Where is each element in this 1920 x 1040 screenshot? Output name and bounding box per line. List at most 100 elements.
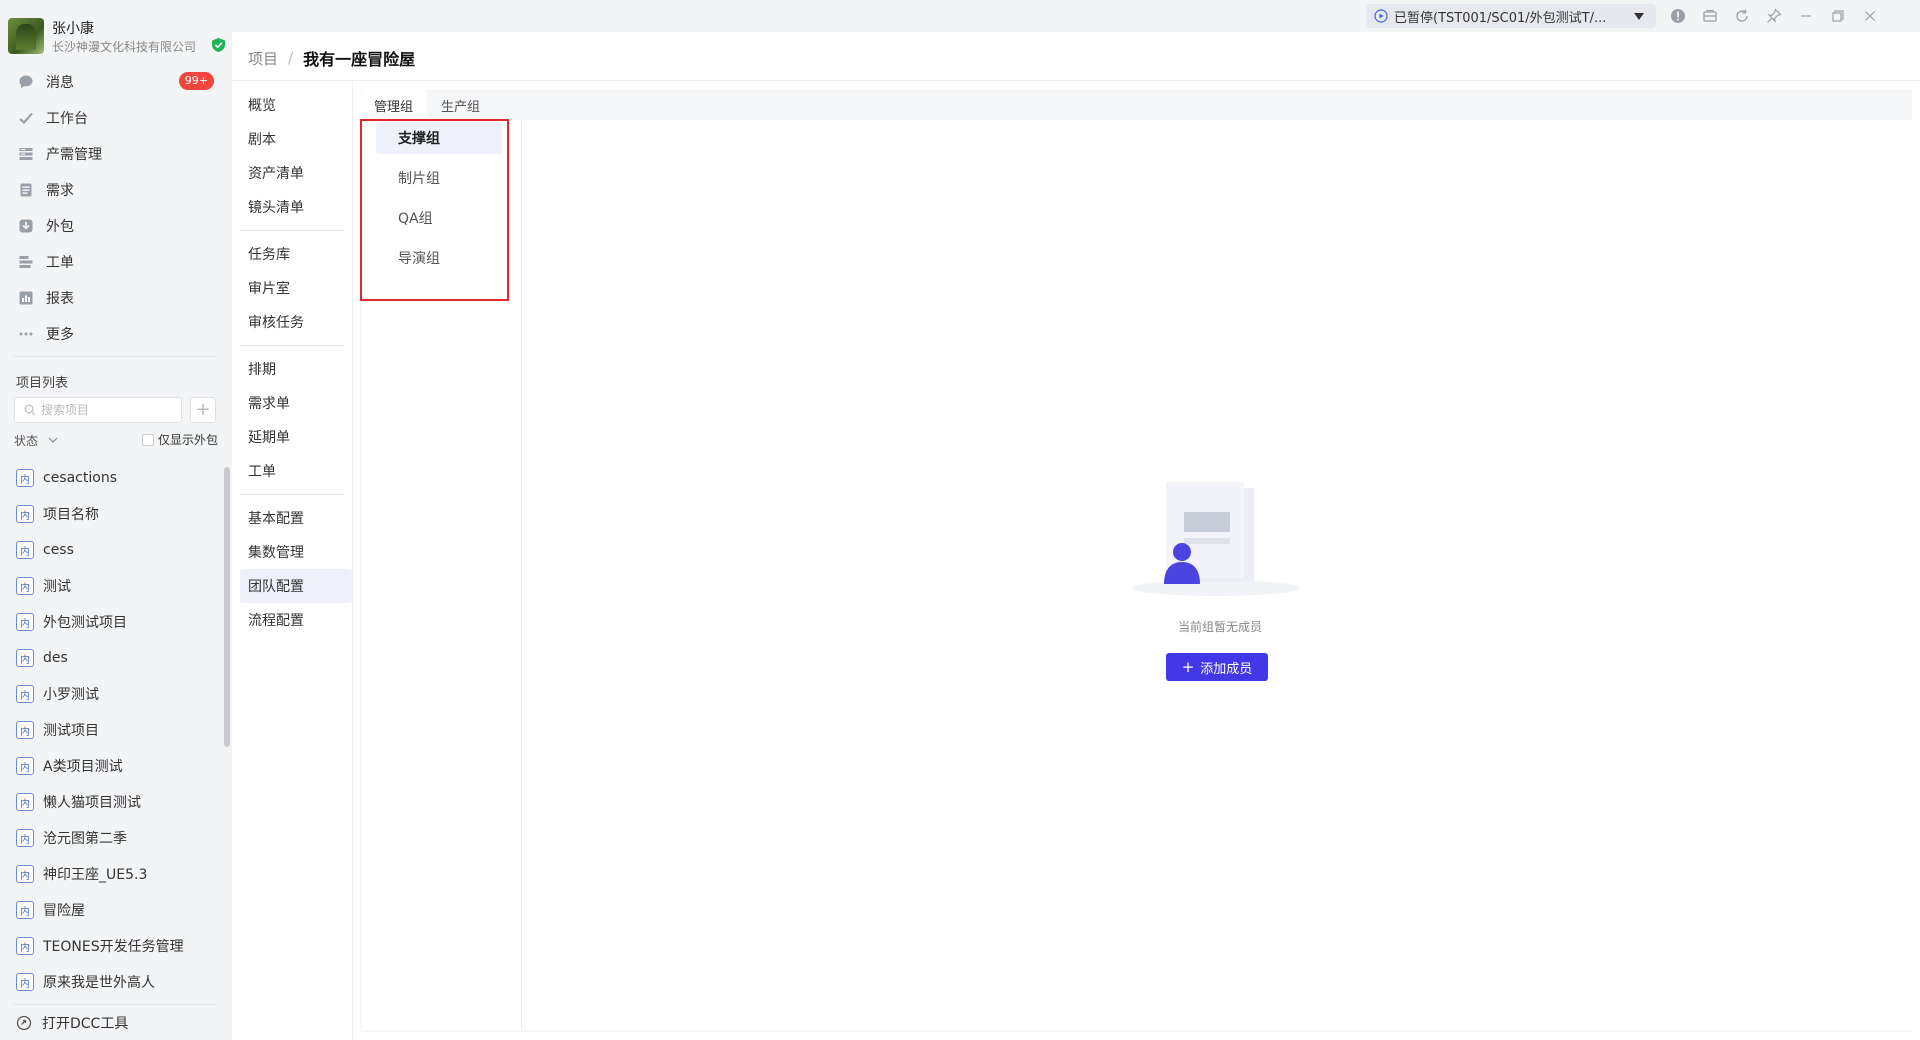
pin-icon[interactable] <box>1766 8 1782 24</box>
plus-icon: + <box>1181 658 1195 676</box>
subnav-item[interactable]: 剧本 <box>240 122 352 156</box>
project-list-item[interactable]: 内 A类项目测试 <box>0 748 224 784</box>
subnav-item[interactable]: 审核任务 <box>240 305 352 339</box>
nav-item-messages[interactable]: 消息 99+ <box>0 64 232 100</box>
project-list-item[interactable]: 内 cess <box>0 532 224 568</box>
nav-label: 消息 <box>46 75 74 91</box>
project-list-item[interactable]: 内测试项目 <box>0 712 224 748</box>
nav-item-workbench[interactable]: 工作台 <box>0 100 232 136</box>
more-icon <box>19 332 33 336</box>
status-filter[interactable]: 状态 <box>14 432 38 449</box>
empty-members-illustration <box>1132 482 1300 596</box>
project-name: 小罗测试 <box>43 687 99 703</box>
add-member-label: 添加成员 <box>1200 661 1253 677</box>
project-list-scrollbar[interactable] <box>224 467 230 747</box>
project-list-item[interactable]: 内懒人猫项目测试 <box>0 784 224 820</box>
avatar[interactable] <box>8 18 44 54</box>
breadcrumb-root[interactable]: 项目 <box>248 48 278 69</box>
nav-item-workorders[interactable]: 工单 <box>0 244 232 280</box>
internal-tag-icon: 内 <box>16 721 34 739</box>
clipboard-icon[interactable] <box>1702 8 1718 24</box>
nav-label: 需求 <box>46 183 74 199</box>
message-icon <box>19 75 33 88</box>
close-icon[interactable] <box>1862 8 1878 24</box>
subnav-item[interactable]: 流程配置 <box>240 603 352 637</box>
subnav-item[interactable]: 基本配置 <box>240 501 352 535</box>
only-outsource-label: 仅显示外包 <box>158 433 219 447</box>
subnav-item[interactable]: 排期 <box>240 352 352 386</box>
nav-divider <box>14 356 216 357</box>
nav-item-more[interactable]: 更多 <box>0 316 232 352</box>
minimize-icon[interactable] <box>1798 8 1814 24</box>
user-profile[interactable]: 张小康 长沙神漫文化科技有限公司 <box>8 16 228 56</box>
internal-tag-icon: 内 <box>16 901 34 919</box>
subnav-item[interactable]: 集数管理 <box>240 535 352 569</box>
highlight-annotation-box <box>360 119 509 301</box>
subnav-item[interactable]: 任务库 <box>240 237 352 271</box>
only-outsource-checkbox[interactable]: 仅显示外包 <box>142 431 218 448</box>
project-list-item[interactable]: 内项目名称 <box>0 496 224 532</box>
internal-tag-icon: 内 <box>16 541 34 559</box>
empty-state-text: 当前组暂无成员 <box>1177 620 1262 634</box>
nav-item-outsource[interactable]: 外包 <box>0 208 232 244</box>
project-list-item[interactable]: 内冒险屋 <box>0 892 224 928</box>
subnav-item[interactable]: 概览 <box>240 88 352 122</box>
project-name: 原来我是世外高人 <box>43 975 155 991</box>
project-list-item[interactable]: 内外包测试项目 <box>0 604 224 640</box>
internal-tag-icon: 内 <box>16 937 34 955</box>
subnav-item[interactable]: 资产清单 <box>240 156 352 190</box>
project-list-item[interactable]: 内测试 <box>0 568 224 604</box>
project-list-item[interactable]: 内神印王座_UE5.3 <box>0 856 224 892</box>
project-name: des <box>43 650 68 666</box>
outsource-icon <box>19 219 33 233</box>
subnav-item[interactable]: 工单 <box>240 454 352 488</box>
add-project-button[interactable]: + <box>190 397 216 423</box>
chevron-down-icon[interactable] <box>48 436 58 444</box>
task-status-dropdown[interactable]: 已暂停(TST001/SC01/外包测试T/... <box>1366 4 1656 28</box>
production-icon <box>19 148 33 160</box>
subnav-item[interactable]: 镜头清单 <box>240 190 352 224</box>
project-name: 懒人猫项目测试 <box>43 795 141 811</box>
subnav-item[interactable]: 延期单 <box>240 420 352 454</box>
subnav-item[interactable]: 审片室 <box>240 271 352 305</box>
project-list: 内 cesactions 内项目名称内 cess 内测试内外包测试项目内 des 内小罗测试… <box>0 460 224 1000</box>
caret-down-icon[interactable] <box>1634 13 1644 20</box>
tab-production[interactable]: 生产组 <box>427 90 494 120</box>
checkbox-box[interactable] <box>142 433 154 446</box>
project-list-item[interactable]: 内原来我是世外高人 <box>0 964 224 1000</box>
project-name: 项目名称 <box>43 507 99 523</box>
project-list-item[interactable]: 内小罗测试 <box>0 676 224 712</box>
refresh-icon[interactable] <box>1734 8 1750 24</box>
project-name: cesactions <box>43 470 117 486</box>
project-list-item[interactable]: 内 cesactions <box>0 460 224 496</box>
internal-tag-icon: 内 <box>16 757 34 775</box>
breadcrumb: 项目 / 我有一座冒险屋 <box>248 46 415 70</box>
workorder-icon <box>19 256 33 268</box>
unread-badge: 99+ <box>178 72 214 90</box>
nav-label: 外包 <box>46 219 74 235</box>
tab-management[interactable]: 管理组 <box>360 90 428 120</box>
project-list-item[interactable]: 内沧元图第二季 <box>0 820 224 856</box>
search-icon <box>24 404 36 416</box>
nav-item-requirements[interactable]: 需求 <box>0 172 232 208</box>
open-dcc-tool-button[interactable]: 打开DCC工具 <box>16 1013 128 1033</box>
project-name: TEONES开发任务管理 <box>43 939 184 955</box>
nav-item-reports[interactable]: 报表 <box>0 280 232 316</box>
subnav-divider <box>240 494 344 495</box>
subnav-item[interactable]: 需求单 <box>240 386 352 420</box>
internal-tag-icon: 内 <box>16 973 34 991</box>
nav-label: 工作台 <box>46 111 88 127</box>
subnav-item[interactable]: 团队配置 <box>240 569 352 603</box>
sidebar: 张小康 长沙神漫文化科技有限公司 消息 99+ 工作台 产需管理 需求 外包 工… <box>0 0 232 1040</box>
project-list-item[interactable]: 内 TEONES开发任务管理 <box>0 928 224 964</box>
project-name: 冒险屋 <box>43 903 85 919</box>
restore-icon[interactable] <box>1830 8 1846 24</box>
project-search-input[interactable]: 搜索项目 <box>14 397 182 423</box>
add-member-button[interactable]: + 添加成员 <box>1166 653 1268 681</box>
internal-tag-icon: 内 <box>16 685 34 703</box>
verified-shield-icon <box>212 38 225 52</box>
alert-icon[interactable] <box>1670 8 1686 24</box>
project-list-item[interactable]: 内 des <box>0 640 224 676</box>
project-name: 神印王座_UE5.3 <box>43 867 148 883</box>
nav-item-production[interactable]: 产需管理 <box>0 136 232 172</box>
